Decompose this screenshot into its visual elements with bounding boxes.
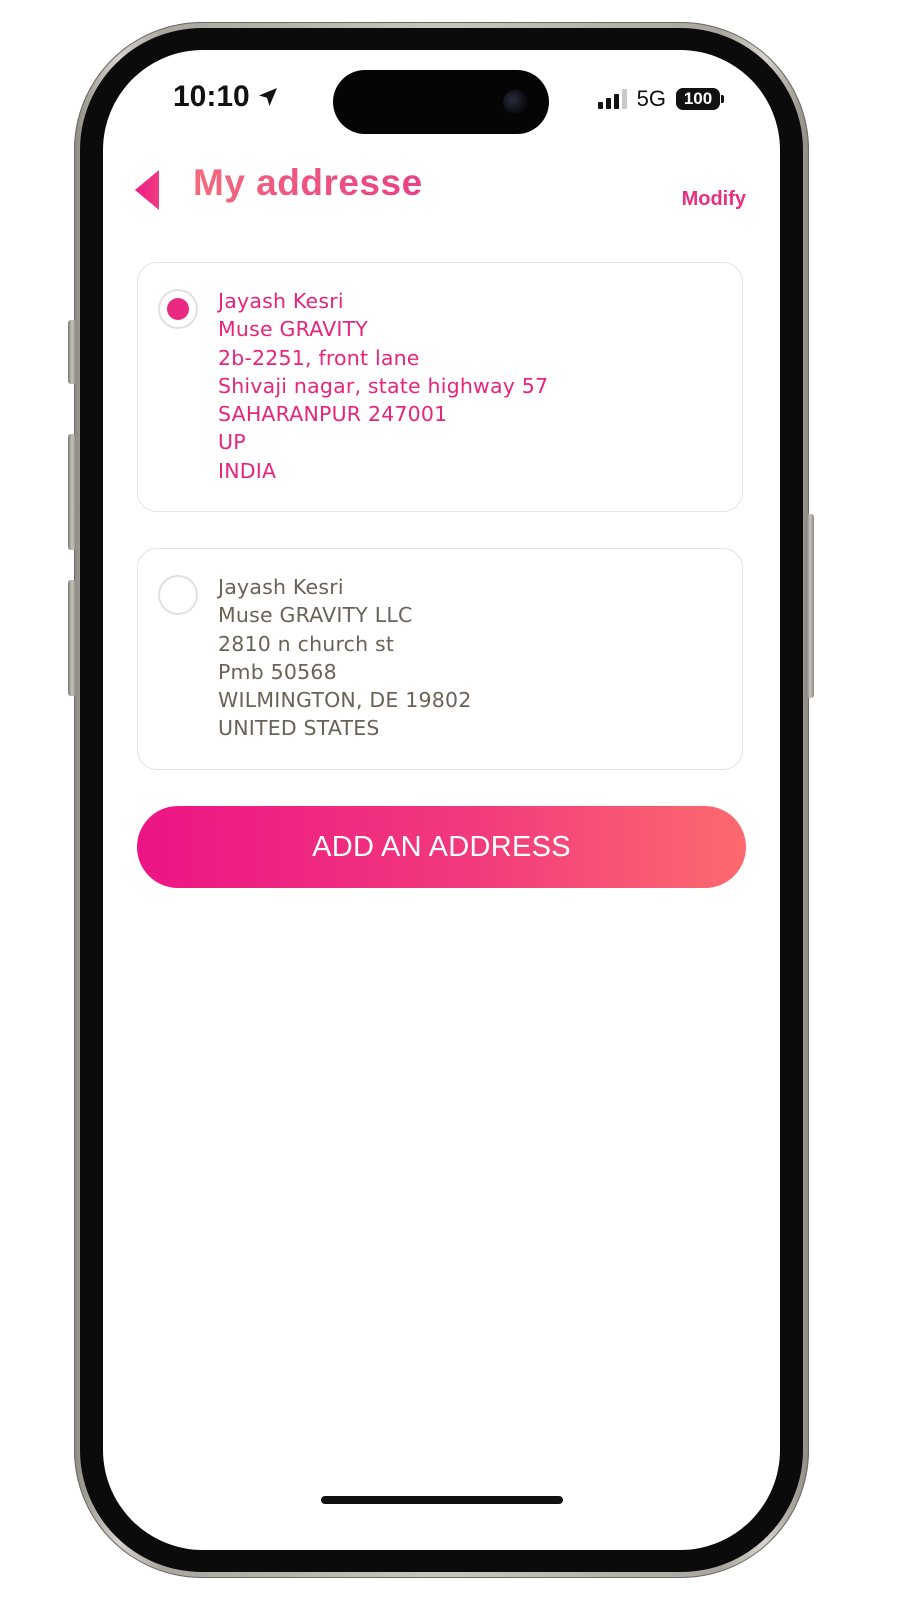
address-line: SAHARANPUR 247001	[218, 402, 448, 427]
address-line: 2810 n church st	[218, 631, 395, 656]
address-line: Muse GRAVITY	[218, 317, 369, 342]
volume-down-button	[68, 580, 76, 696]
address-line: WILMINGTON, DE 19802	[218, 688, 472, 713]
volume-up-button	[68, 434, 76, 550]
home-indicator[interactable]	[321, 1496, 563, 1504]
address-line: INDIA	[218, 458, 277, 483]
address-line: UP	[218, 430, 246, 455]
page-title: My addresse	[193, 162, 423, 203]
address-line: Pmb 50568	[218, 659, 337, 684]
network-type: 5G	[636, 86, 666, 111]
app-screen: 10:10 5G 100 My addresse Modify Jayash K…	[103, 50, 780, 1550]
clock-text: 10:10	[173, 80, 250, 113]
power-button	[806, 514, 814, 698]
battery-level: 100	[676, 88, 720, 110]
status-time: 10:10	[173, 80, 280, 114]
address-line: Shivaji nagar, state highway 57	[218, 373, 549, 398]
battery-icon: 100	[676, 88, 724, 110]
address-text: Jayash Kesri Muse GRAVITY LLC 2810 n chu…	[218, 573, 471, 743]
cellular-signal-icon	[597, 89, 627, 109]
location-arrow-icon	[258, 88, 277, 106]
address-radio-selected[interactable]	[158, 289, 198, 329]
address-line: 2b-2251, front lane	[218, 345, 420, 370]
modify-button[interactable]: Modify	[682, 188, 746, 211]
add-address-button[interactable]: ADD AN ADDRESS	[137, 806, 746, 888]
status-indicators: 5G 100	[597, 86, 724, 112]
device-mockup: 10:10 5G 100 My addresse Modify Jayash K…	[0, 0, 900, 1600]
address-card[interactable]: Jayash Kesri Muse GRAVITY LLC 2810 n chu…	[137, 548, 743, 770]
radio-dot	[167, 298, 189, 320]
address-line: Jayash Kesri	[218, 575, 344, 599]
dynamic-island	[333, 70, 549, 134]
address-line: Jayash Kesri	[218, 289, 344, 313]
camera-icon	[503, 90, 527, 114]
address-radio-unselected[interactable]	[158, 575, 198, 615]
address-text: Jayash Kesri Muse GRAVITY 2b-2251, front…	[218, 287, 548, 485]
action-button	[68, 320, 76, 384]
address-line: Muse GRAVITY LLC	[218, 603, 413, 628]
address-card[interactable]: Jayash Kesri Muse GRAVITY 2b-2251, front…	[137, 262, 743, 512]
back-triangle-icon[interactable]	[133, 168, 163, 212]
address-line: UNITED STATES	[218, 716, 380, 741]
